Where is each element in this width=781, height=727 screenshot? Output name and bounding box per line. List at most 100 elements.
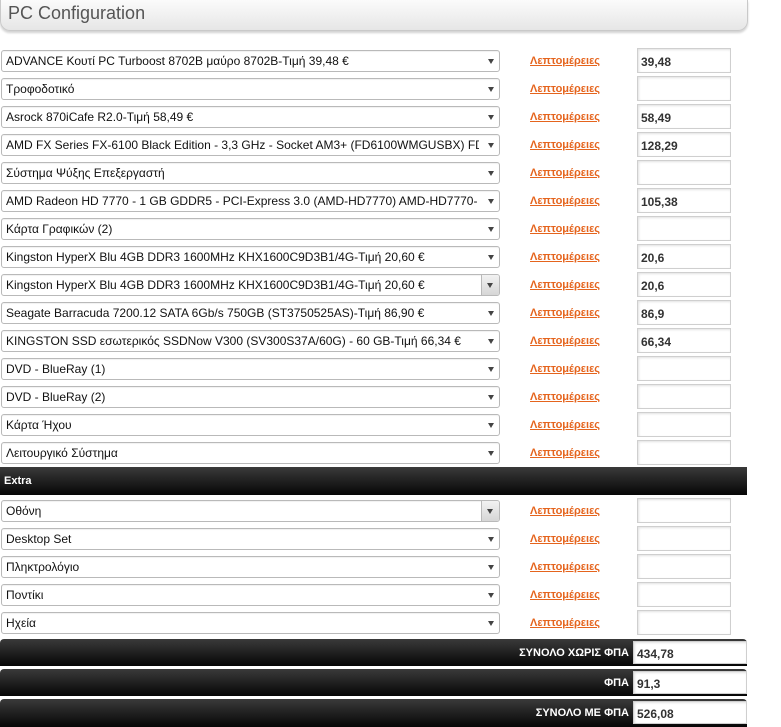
price-value: 20,6: [641, 279, 665, 293]
price-field: 66,34: [637, 328, 731, 353]
component-select[interactable]: Asrock 870iCafe R2.0-Τιμή 58,49 €: [1, 106, 500, 128]
component-select[interactable]: AMD FX Series FX-6100 Black Edition - 3,…: [1, 134, 500, 156]
chevron-down-icon: [487, 509, 493, 514]
chevron-down-icon: [488, 115, 494, 120]
component-row: DVD - BlueRay (1) Λεπτομέρειες: [0, 355, 781, 383]
component-select[interactable]: DVD - BlueRay (2): [1, 386, 500, 408]
component-select[interactable]: Κάρτα Ήχου: [1, 414, 500, 436]
price-value: 128,29: [641, 139, 678, 153]
details-link[interactable]: Λεπτομέρειες: [530, 589, 600, 601]
component-row: Ηχεία Λεπτομέρειες: [0, 609, 781, 637]
details-link[interactable]: Λεπτομέρειες: [530, 447, 600, 459]
details-link[interactable]: Λεπτομέρειες: [530, 533, 600, 545]
details-link[interactable]: Λεπτομέρειες: [530, 363, 600, 375]
price-field: [637, 554, 731, 579]
price-field: 86,9: [637, 300, 731, 325]
component-list: ADVANCE Κουτί PC Turboost 8702B μαύρο 87…: [0, 47, 781, 467]
price-field: [637, 610, 731, 635]
component-select-value: Κάρτα Γραφικών (2): [6, 222, 113, 236]
component-select[interactable]: Ποντίκι: [1, 584, 500, 606]
component-select[interactable]: Desktop Set: [1, 528, 500, 550]
details-link[interactable]: Λεπτομέρειες: [530, 335, 600, 347]
chevron-down-icon: [488, 87, 494, 92]
page-title: PC Configuration: [8, 3, 146, 23]
total-without-vat-value: 434,78: [637, 647, 674, 661]
component-row: ADVANCE Κουτί PC Turboost 8702B μαύρο 87…: [0, 47, 781, 75]
component-select-value: Asrock 870iCafe R2.0-Τιμή 58,49 €: [6, 110, 194, 124]
details-link[interactable]: Λεπτομέρειες: [530, 419, 600, 431]
component-select[interactable]: Kingston HyperX Blu 4GB DDR3 1600MHz KHX…: [1, 274, 500, 296]
chevron-down-icon: [488, 227, 494, 232]
component-row: KINGSTON SSD εσωτερικός SSDNow V300 (SV3…: [0, 327, 781, 355]
component-select[interactable]: KINGSTON SSD εσωτερικός SSDNow V300 (SV3…: [1, 330, 500, 352]
details-link[interactable]: Λεπτομέρειες: [530, 195, 600, 207]
component-select-value: DVD - BlueRay (2): [6, 390, 106, 404]
price-value: 105,38: [641, 195, 678, 209]
page-header: PC Configuration: [0, 0, 748, 31]
component-select-value: AMD Radeon HD 7770 - 1 GB GDDR5 - PCI-Ex…: [6, 194, 478, 208]
component-select[interactable]: Τροφοδοτικό: [1, 78, 500, 100]
component-select-value: Seagate Barracuda 7200.12 SATA 6Gb/s 750…: [6, 306, 425, 320]
details-link[interactable]: Λεπτομέρειες: [530, 617, 600, 629]
details-link[interactable]: Λεπτομέρειες: [530, 167, 600, 179]
chevron-down-icon: [488, 143, 494, 148]
price-field: [637, 526, 731, 551]
component-select-value: ADVANCE Κουτί PC Turboost 8702B μαύρο 87…: [6, 54, 349, 68]
total-with-vat-label: ΣΥΝΟΛΟ ΜΕ ΦΠΑ: [535, 707, 629, 719]
component-select[interactable]: Λειτουργικό Σύστημα: [1, 442, 500, 464]
vat-bar: ΦΠΑ 91,3: [0, 669, 747, 696]
details-link[interactable]: Λεπτομέρειες: [530, 139, 600, 151]
component-select-value: Ποντίκι: [6, 588, 44, 602]
details-link[interactable]: Λεπτομέρειες: [530, 223, 600, 235]
component-select-value: DVD - BlueRay (1): [6, 362, 106, 376]
extra-section-label: Extra: [4, 475, 32, 487]
component-row: Desktop Set Λεπτομέρειες: [0, 525, 781, 553]
chevron-down-icon: [488, 593, 494, 598]
component-select-value: Λειτουργικό Σύστημα: [6, 446, 118, 460]
price-value: 58,49: [641, 111, 672, 125]
component-select[interactable]: ADVANCE Κουτί PC Turboost 8702B μαύρο 87…: [1, 50, 500, 72]
component-select[interactable]: Πληκτρολόγιο: [1, 556, 500, 578]
component-select[interactable]: AMD Radeon HD 7770 - 1 GB GDDR5 - PCI-Ex…: [1, 190, 500, 212]
component-select[interactable]: Kingston HyperX Blu 4GB DDR3 1600MHz KHX…: [1, 246, 500, 268]
component-select-value: Οθόνη: [6, 504, 42, 518]
details-link[interactable]: Λεπτομέρειες: [530, 111, 600, 123]
component-select-value: Πληκτρολόγιο: [6, 560, 80, 574]
chevron-down-icon: [488, 255, 494, 260]
component-row: Κάρτα Γραφικών (2) Λεπτομέρειες: [0, 215, 781, 243]
details-link[interactable]: Λεπτομέρειες: [530, 83, 600, 95]
price-value: 20,6: [641, 251, 665, 265]
component-select[interactable]: DVD - BlueRay (1): [1, 358, 500, 380]
total-without-vat-label: ΣΥΝΟΛΟ ΧΩΡΙΣ ΦΠΑ: [519, 647, 629, 659]
price-field: [637, 412, 731, 437]
component-select[interactable]: Ηχεία: [1, 612, 500, 634]
price-field: [637, 76, 731, 101]
details-link[interactable]: Λεπτομέρειες: [530, 307, 600, 319]
details-link[interactable]: Λεπτομέρειες: [530, 561, 600, 573]
component-select-value: Desktop Set: [6, 532, 72, 546]
component-select[interactable]: Οθόνη: [1, 500, 500, 522]
component-select[interactable]: Κάρτα Γραφικών (2): [1, 218, 500, 240]
component-select[interactable]: Seagate Barracuda 7200.12 SATA 6Gb/s 750…: [1, 302, 500, 324]
details-link[interactable]: Λεπτομέρειες: [530, 251, 600, 263]
chevron-down-icon: [488, 565, 494, 570]
component-select-value: Ηχεία: [6, 616, 36, 630]
chevron-down-icon: [488, 395, 494, 400]
total-with-vat-value: 526,08: [637, 707, 674, 721]
component-row: Οθόνη Λεπτομέρειες: [0, 497, 781, 525]
details-link[interactable]: Λεπτομέρειες: [530, 55, 600, 67]
chevron-down-icon: [488, 537, 494, 542]
component-select-value: Σύστημα Ψύξης Επεξεργαστή: [6, 166, 165, 180]
details-link[interactable]: Λεπτομέρειες: [530, 391, 600, 403]
component-select-value: Kingston HyperX Blu 4GB DDR3 1600MHz KHX…: [6, 278, 425, 292]
details-link[interactable]: Λεπτομέρειες: [530, 505, 600, 517]
chevron-down-icon: [487, 283, 493, 288]
price-field: 39,48: [637, 48, 731, 73]
component-row: Σύστημα Ψύξης Επεξεργαστή Λεπτομέρειες: [0, 159, 781, 187]
details-link[interactable]: Λεπτομέρειες: [530, 279, 600, 291]
price-field: [637, 160, 731, 185]
price-field: 128,29: [637, 132, 731, 157]
price-field: 20,6: [637, 244, 731, 269]
component-select[interactable]: Σύστημα Ψύξης Επεξεργαστή: [1, 162, 500, 184]
price-field: 20,6: [637, 272, 731, 297]
